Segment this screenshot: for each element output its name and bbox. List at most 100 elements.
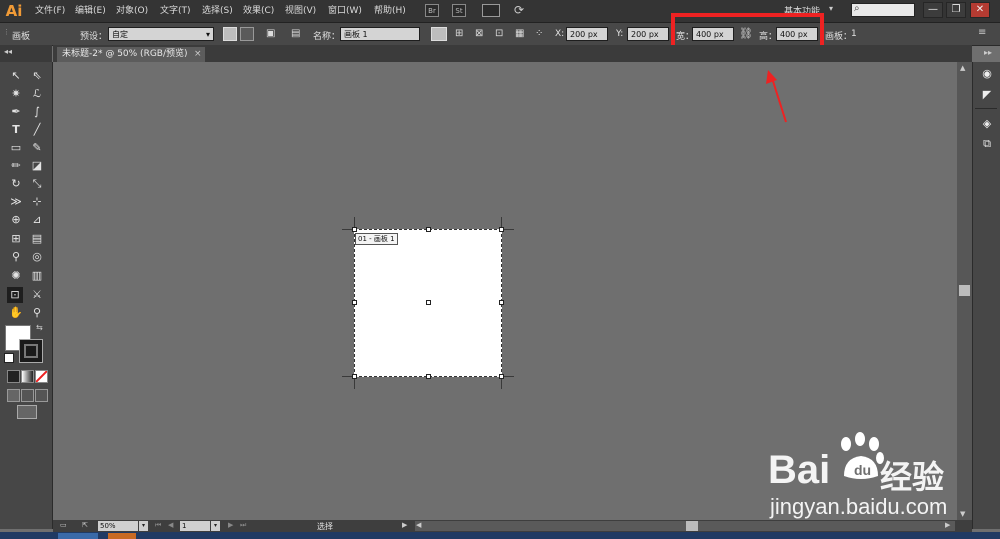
direct-selection-icon[interactable]: ⇖ (29, 68, 45, 84)
draw-behind-icon[interactable] (21, 389, 34, 402)
scroll-up-icon[interactable]: ▲ (960, 64, 965, 72)
gradient-mode-icon[interactable] (21, 370, 34, 383)
curvature-icon[interactable]: ∫ (29, 104, 45, 120)
share-icon[interactable]: ⇱ (82, 521, 88, 529)
landscape-orientation-button[interactable] (240, 27, 254, 41)
arrange-documents-icon[interactable] (482, 4, 500, 17)
move-copy-artwork-button[interactable] (431, 27, 447, 41)
resize-handle-se[interactable] (499, 374, 504, 379)
scroll-left-icon[interactable]: ◀ (416, 521, 421, 529)
vertical-scroll-thumb[interactable] (959, 285, 970, 296)
perspective-icon[interactable]: ⊿ (29, 212, 45, 228)
screen-mode-icon[interactable] (17, 405, 37, 419)
selection-icon[interactable]: ↖ (8, 68, 24, 84)
color-palette-icon[interactable]: ◉ (979, 66, 995, 82)
rectangle-icon[interactable]: ▭ (8, 140, 24, 156)
control-bar-grip-icon[interactable]: ⋮ (3, 28, 10, 36)
zoom-field[interactable]: 50% (98, 521, 138, 531)
gradient-icon[interactable]: ▤ (29, 231, 45, 247)
taskbar-illustrator-icon[interactable] (108, 533, 136, 539)
menu-file[interactable]: 文件(F) (35, 4, 65, 18)
type-icon[interactable]: T (8, 122, 24, 138)
pencil-icon[interactable]: ✏ (8, 158, 24, 174)
panel-menu-icon[interactable]: ≡ (978, 27, 986, 38)
scroll-right-icon[interactable]: ▶ (945, 521, 950, 529)
eyedropper-icon[interactable]: ⚲ (8, 249, 24, 265)
restore-button[interactable]: ❐ (946, 2, 966, 18)
shape-builder-icon[interactable]: ⊕ (8, 212, 24, 228)
artboard-options-icon[interactable]: ▦ (515, 28, 524, 39)
workspace-chevron-icon[interactable]: ▾ (829, 4, 833, 13)
pen-icon[interactable]: ✒ (8, 104, 24, 120)
close-button[interactable]: ✕ (970, 2, 990, 18)
reference-point-icon[interactable]: ⁘ (535, 28, 543, 39)
swap-colors-icon[interactable]: ⇆ (36, 323, 43, 332)
lasso-icon[interactable]: ℒ (29, 86, 45, 102)
y-field[interactable]: 200 px (627, 27, 669, 41)
draw-inside-icon[interactable] (35, 389, 48, 402)
eraser-icon[interactable]: ◪ (29, 158, 45, 174)
bridge-button[interactable]: Br (425, 4, 439, 17)
resize-handle-nw[interactable] (352, 227, 357, 232)
zoom-icon[interactable]: ⚲ (29, 305, 45, 321)
menu-help[interactable]: 帮助(H) (374, 4, 406, 18)
hand-icon[interactable]: ✋ (8, 305, 24, 321)
scale-icon[interactable]: ⤡ (29, 176, 45, 192)
column-graph-icon[interactable]: ▥ (29, 268, 45, 284)
center-point-handle[interactable] (426, 300, 431, 305)
expand-panels-icon[interactable]: ▸▸ (984, 48, 992, 57)
horizontal-scrollbar[interactable] (415, 521, 955, 531)
artboard-name-field[interactable]: 画板 1 (340, 27, 420, 41)
stock-button[interactable]: St (452, 4, 466, 17)
artboards-panel-icon[interactable]: ⧉ (979, 136, 995, 152)
menu-effect[interactable]: 效果(C) (243, 4, 274, 18)
delete-artboard-icon[interactable]: ▤ (291, 28, 300, 39)
horizontal-scroll-thumb[interactable] (686, 521, 698, 531)
menu-select[interactable]: 选择(S) (202, 4, 233, 18)
show-center-mark-icon[interactable]: ⊞ (455, 28, 463, 39)
menu-edit[interactable]: 编辑(E) (75, 4, 106, 18)
show-video-safe-areas-icon[interactable]: ⊡ (495, 28, 503, 39)
none-mode-icon[interactable] (35, 370, 48, 383)
blend-icon[interactable]: ◎ (29, 249, 45, 265)
last-artboard-icon[interactable]: ⏭ (240, 521, 246, 530)
artboard-icon[interactable]: ⊡ (7, 287, 23, 303)
symbol-sprayer-icon[interactable]: ✺ (8, 268, 24, 284)
draw-normal-icon[interactable] (7, 389, 20, 402)
resize-handle-sw[interactable] (352, 374, 357, 379)
default-colors-icon[interactable] (4, 353, 14, 363)
slice-icon[interactable]: ⚔ (29, 287, 45, 303)
new-artboard-icon[interactable]: ▣ (266, 28, 275, 39)
close-tab-icon[interactable]: × (194, 47, 202, 62)
artboard-nav-icon[interactable]: ▭ (60, 521, 67, 529)
first-artboard-icon[interactable]: ⏮ (155, 521, 161, 530)
collapse-toolbar-icon[interactable]: ◂◂ (4, 47, 12, 56)
zoom-dropdown-icon[interactable]: ▾ (139, 521, 148, 531)
resize-handle-n[interactable] (426, 227, 431, 232)
resize-handle-e[interactable] (499, 300, 504, 305)
line-icon[interactable]: ╱ (29, 122, 45, 138)
status-menu-icon[interactable]: ▶ (402, 521, 407, 529)
help-search-input[interactable] (851, 3, 915, 17)
color-mode-icon[interactable] (7, 370, 20, 383)
paintbrush-icon[interactable]: ✎ (29, 140, 45, 156)
menu-view[interactable]: 视图(V) (285, 4, 316, 18)
previous-artboard-icon[interactable]: ◀ (168, 521, 173, 529)
menu-type[interactable]: 文字(T) (160, 4, 191, 18)
menu-window[interactable]: 窗口(W) (328, 4, 362, 18)
artboard-dropdown-icon[interactable]: ▾ (211, 521, 220, 531)
x-field[interactable]: 200 px (566, 27, 608, 41)
resize-handle-w[interactable] (352, 300, 357, 305)
next-artboard-icon[interactable]: ▶ (228, 521, 233, 529)
scroll-down-icon[interactable]: ▼ (960, 510, 965, 518)
preset-select[interactable]: 自定 ▾ (108, 27, 214, 41)
portrait-orientation-button[interactable] (223, 27, 237, 41)
free-transform-icon[interactable]: ⊹ (29, 194, 45, 210)
mesh-icon[interactable]: ⊞ (8, 231, 24, 247)
show-cross-hairs-icon[interactable]: ⊠ (475, 28, 483, 39)
minimize-button[interactable]: — (923, 2, 943, 18)
width-icon[interactable]: ≫ (8, 194, 24, 210)
taskbar-app-icon[interactable] (58, 533, 98, 539)
menu-object[interactable]: 对象(O) (116, 4, 148, 18)
artboard-number-field[interactable]: 1 (180, 521, 210, 531)
